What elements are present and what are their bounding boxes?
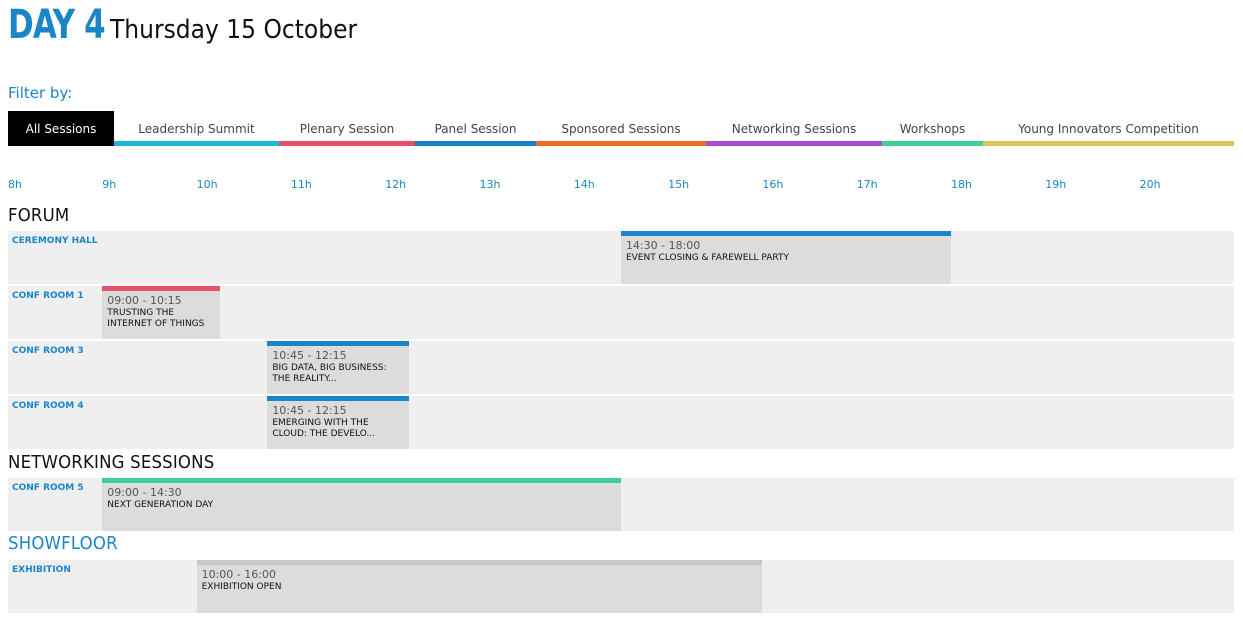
session-card[interactable]: 14:30 - 18:00 EVENT CLOSING & FAREWELL PA… xyxy=(620,231,951,284)
hour-label: 9h xyxy=(102,178,117,191)
session-title: BIG DATA, BIG BUSINESS: THE REALITY... xyxy=(272,363,387,384)
room-row: CONF ROOM 3 10:45 - 12:15 BIG DATA, BIG BU… xyxy=(8,341,1234,394)
hour-label: 15h xyxy=(668,178,690,191)
hour-label: 11h xyxy=(290,178,312,191)
filter-tab-young-innovators-competition[interactable]: Young Innovators Competition xyxy=(983,111,1234,146)
filter-tab-color-bar xyxy=(415,141,536,146)
session-title: EXHIBITION OPEN xyxy=(201,582,282,592)
filter-tab-label: All Sessions xyxy=(25,121,97,136)
hour-label: 18h xyxy=(951,178,972,191)
filter-tab-workshops[interactable]: Workshops xyxy=(882,111,983,146)
session-title: EVENT CLOSING & FAREWELL PARTY xyxy=(625,253,789,263)
session-title: NEXT GENERATION DAY xyxy=(107,500,214,510)
room-label[interactable]: CONF ROOM 4 xyxy=(12,401,84,411)
hour-label: 13h xyxy=(479,178,501,191)
filter-tab-label: Networking Sessions xyxy=(731,121,857,136)
hour-label: 20h xyxy=(1139,178,1161,191)
session-time: 10:00 - 16:00 xyxy=(201,568,276,581)
filter-tab-panel-session[interactable]: Panel Session xyxy=(415,111,536,146)
room-label[interactable]: CEREMONY HALL xyxy=(12,236,98,246)
filter-tab-color-bar xyxy=(983,141,1234,146)
filter-tab-label: Panel Session xyxy=(434,121,517,136)
session-card[interactable]: 10:00 - 16:00 EXHIBITION OPEN xyxy=(196,560,763,613)
room-row: CONF ROOM 4 10:45 - 12:15 EMERGING WITH TH… xyxy=(8,396,1234,449)
filter-tab-leadership-summit[interactable]: Leadership Summit xyxy=(114,111,279,146)
filter-tab-label: Workshops xyxy=(899,121,966,136)
session-title: EMERGING WITH THE CLOUD: THE DEVELO... xyxy=(272,418,376,439)
hour-scale: 8h 9h 10h 11h 12h 13h 14h 15h 16h 17h 18h 19h 20h xyxy=(0,178,1243,194)
section-title: SHOWFLOOR xyxy=(8,533,118,554)
session-time: 10:45 - 12:15 xyxy=(272,404,347,417)
filter-tab-label: Plenary Session xyxy=(299,121,395,136)
filter-tab-plenary-session[interactable]: Plenary Session xyxy=(279,111,415,146)
filter-tab-color-bar xyxy=(279,141,415,146)
hour-label: 17h xyxy=(856,178,878,191)
filter-tab-label: Sponsored Sessions xyxy=(561,121,681,136)
hour-label: 10h xyxy=(196,178,218,191)
section-title: NETWORKING SESSIONS xyxy=(8,452,215,473)
room-row: CONF ROOM 5 09:00 - 14:30 NEXT GENERATION … xyxy=(8,478,1234,531)
room-label[interactable]: EXHIBITION xyxy=(12,565,71,575)
room-row: EXHIBITION 10:00 - 16:00 EXHIBITION OPEN xyxy=(8,560,1234,613)
day-number: DAY 4 xyxy=(8,2,106,48)
session-card[interactable]: 10:45 - 12:15 BIG DATA, BIG BUSINESS: THE… xyxy=(267,341,409,394)
filter-tab-label: Leadership Summit xyxy=(138,121,255,136)
room-row: CONF ROOM 1 09:00 - 10:15 TRUSTING THE INT… xyxy=(8,286,1234,339)
hour-label: 16h xyxy=(762,178,784,191)
filter-tab-color-bar xyxy=(536,141,706,146)
hour-label: 8h xyxy=(8,178,22,191)
session-card[interactable]: 09:00 - 10:15 TRUSTING THE INTERNET OF TH… xyxy=(102,286,221,339)
day-date: Thursday 15 October xyxy=(110,15,358,45)
hour-label: 14h xyxy=(573,178,595,191)
hour-label: 12h xyxy=(385,178,407,191)
session-title: TRUSTING THE INTERNET OF THINGS xyxy=(107,308,205,329)
session-time: 09:00 - 14:30 xyxy=(107,486,182,499)
filter-label: Filter by: xyxy=(8,84,73,102)
session-time: 10:45 - 12:15 xyxy=(272,349,347,362)
filter-tab-color-bar xyxy=(706,141,882,146)
filter-tabs: All Sessions Leadership Summit Plenary Ses… xyxy=(8,111,1234,146)
room-label[interactable]: CONF ROOM 5 xyxy=(12,483,84,493)
filter-tab-color-bar xyxy=(882,141,983,146)
day-header: DAY 4 Thursday 15 October xyxy=(8,2,385,48)
filter-tab-sponsored-sessions[interactable]: Sponsored Sessions xyxy=(536,111,706,146)
session-time: 14:30 - 18:00 xyxy=(625,239,701,252)
filter-tab-color-bar xyxy=(114,141,279,146)
section-title: FORUM xyxy=(8,205,70,226)
filter-tab-networking-sessions[interactable]: Networking Sessions xyxy=(706,111,882,146)
hour-label: 19h xyxy=(1045,178,1067,191)
filter-tab-all-sessions[interactable]: All Sessions xyxy=(8,111,114,146)
room-label[interactable]: CONF ROOM 3 xyxy=(12,346,84,356)
session-card[interactable]: 09:00 - 14:30 NEXT GENERATION DAY xyxy=(102,478,621,531)
session-card[interactable]: 10:45 - 12:15 EMERGING WITH THE CLOUD: TH… xyxy=(267,396,409,449)
session-time: 09:00 - 10:15 xyxy=(107,294,182,307)
room-label[interactable]: CONF ROOM 1 xyxy=(12,291,84,301)
filter-tab-label: Young Innovators Competition xyxy=(1018,121,1199,136)
room-row: CEREMONY HALL 14:30 - 18:00 EVENT CLOSING … xyxy=(8,231,1234,284)
